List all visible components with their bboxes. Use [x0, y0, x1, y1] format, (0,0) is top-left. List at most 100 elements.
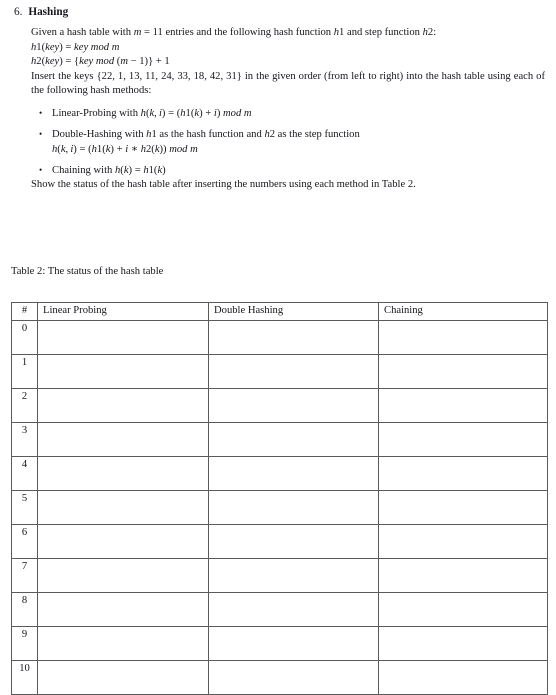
cell-linear-probing-text — [38, 661, 208, 662]
cell-double-hashing-text — [209, 389, 378, 390]
cell-double-hashing[interactable] — [208, 626, 379, 661]
cell-chaining[interactable] — [378, 422, 548, 457]
cell-double-hashing-text — [209, 355, 378, 356]
column-header-double-hashing: Double Hashing — [208, 302, 379, 321]
cell-double-hashing[interactable] — [208, 558, 379, 593]
cell-double-hashing[interactable] — [208, 422, 379, 457]
show-status-paragraph: Show the status of the hash table after … — [31, 179, 416, 191]
table-header-row: # Linear Probing Double Hashing Chaining — [11, 302, 548, 321]
cell-linear-probing[interactable] — [37, 422, 209, 457]
cell-chaining[interactable] — [378, 388, 548, 423]
cell-index-text: 3 — [21, 425, 28, 436]
cell-chaining[interactable] — [378, 524, 548, 559]
problem-number: 6. — [14, 6, 23, 18]
problem-body: Given a hash table with m = 11 entries a… — [31, 26, 545, 193]
cell-linear-probing-text — [38, 355, 208, 356]
cell-chaining-text — [379, 457, 547, 458]
cell-chaining-text — [379, 389, 547, 390]
cell-chaining-text — [379, 593, 547, 594]
cell-linear-probing[interactable] — [37, 524, 209, 559]
cell-double-hashing-text — [209, 457, 378, 458]
cell-linear-probing[interactable] — [37, 592, 209, 627]
cell-double-hashing[interactable] — [208, 660, 379, 695]
cell-index: 5 — [11, 490, 38, 525]
cell-double-hashing[interactable] — [208, 354, 379, 389]
cell-chaining[interactable] — [378, 490, 548, 525]
cell-index: 10 — [11, 660, 38, 695]
cell-linear-probing[interactable] — [37, 558, 209, 593]
cell-chaining[interactable] — [378, 320, 548, 355]
column-header-linear-probing: Linear Probing — [37, 302, 209, 321]
cell-linear-probing[interactable] — [37, 660, 209, 695]
cell-chaining-text — [379, 661, 547, 662]
cell-index-text: 6 — [21, 527, 28, 538]
table-row: 3 — [11, 422, 548, 457]
cell-linear-probing[interactable] — [37, 354, 209, 389]
cell-index: 7 — [11, 558, 38, 593]
cell-chaining[interactable] — [378, 626, 548, 661]
column-header-chaining: Chaining — [378, 302, 548, 321]
cell-double-hashing[interactable] — [208, 490, 379, 525]
cell-index: 9 — [11, 626, 38, 661]
cell-index-text: 1 — [21, 357, 28, 368]
cell-chaining[interactable] — [378, 456, 548, 491]
table-row: 10 — [11, 660, 548, 695]
cell-chaining[interactable] — [378, 592, 548, 627]
cell-index: 4 — [11, 456, 38, 491]
method-double-hashing: Double-Hashing with h1 as the hash funct… — [31, 127, 545, 158]
cell-double-hashing-text — [209, 661, 378, 662]
cell-double-hashing[interactable] — [208, 320, 379, 355]
cell-linear-probing-text — [38, 491, 208, 492]
cell-double-hashing-text — [209, 559, 378, 560]
cell-index-text: 7 — [21, 561, 28, 572]
cell-linear-probing[interactable] — [37, 320, 209, 355]
cell-linear-probing-text — [38, 593, 208, 594]
table-body: 0 1 2 3 4 5 6 7 8 9 10 — [11, 320, 548, 695]
cell-double-hashing-text — [209, 423, 378, 424]
column-header-index: # — [11, 302, 38, 321]
cell-index-text: 4 — [21, 459, 28, 470]
table-row: 9 — [11, 626, 548, 661]
cell-index: 0 — [11, 320, 38, 355]
cell-index: 2 — [11, 388, 38, 423]
cell-linear-probing[interactable] — [37, 388, 209, 423]
intro-paragraph: Given a hash table with m = 11 entries a… — [31, 27, 437, 38]
insert-paragraph: Insert the keys {22, 1, 13, 11, 24, 33, … — [31, 70, 545, 97]
cell-index-text: 2 — [21, 391, 28, 402]
cell-index-text: 10 — [19, 663, 30, 674]
cell-double-hashing[interactable] — [208, 592, 379, 627]
cell-linear-probing[interactable] — [37, 490, 209, 525]
cell-double-hashing-text — [209, 321, 378, 322]
cell-chaining[interactable] — [378, 354, 548, 389]
cell-linear-probing-text — [38, 423, 208, 424]
cell-linear-probing-text — [38, 457, 208, 458]
method-linear-probing: Linear-Probing with h(k, i) = (h1(k) + i… — [31, 106, 545, 122]
page-title: Hashing — [28, 6, 69, 18]
cell-linear-probing-text — [38, 389, 208, 390]
cell-chaining[interactable] — [378, 660, 548, 695]
cell-index: 6 — [11, 524, 38, 559]
cell-linear-probing-text — [38, 627, 208, 628]
cell-chaining-text — [379, 321, 547, 322]
cell-double-hashing[interactable] — [208, 388, 379, 423]
cell-index: 8 — [11, 592, 38, 627]
table-caption: Table 2: The status of the hash table — [11, 266, 164, 277]
method-chaining: Chaining with h(k) = h1(k) — [31, 163, 545, 179]
cell-double-hashing-text — [209, 525, 378, 526]
formula-h1: h1(key) = key mod m — [31, 41, 120, 53]
cell-double-hashing-text — [209, 491, 378, 492]
cell-chaining[interactable] — [378, 558, 548, 593]
cell-index: 3 — [11, 422, 38, 457]
hash-table: # Linear Probing Double Hashing Chaining… — [11, 302, 548, 695]
cell-double-hashing[interactable] — [208, 456, 379, 491]
cell-double-hashing[interactable] — [208, 524, 379, 559]
table-row: 5 — [11, 490, 548, 525]
cell-chaining-text — [379, 423, 547, 424]
table-row: 4 — [11, 456, 548, 491]
table-row: 6 — [11, 524, 548, 559]
cell-linear-probing[interactable] — [37, 626, 209, 661]
table-row: 7 — [11, 558, 548, 593]
cell-index-text: 5 — [21, 493, 28, 504]
cell-chaining-text — [379, 491, 547, 492]
cell-linear-probing[interactable] — [37, 456, 209, 491]
